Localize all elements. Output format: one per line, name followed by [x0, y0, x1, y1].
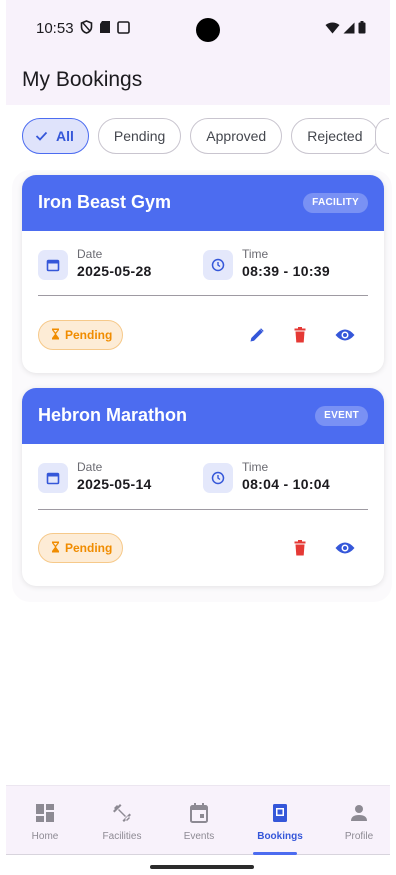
nav-label: Bookings: [257, 831, 303, 842]
nav-item-home[interactable]: Home: [7, 786, 83, 856]
clock-icon: [203, 250, 233, 280]
nav-label: Home: [31, 831, 59, 842]
filter-chip-approved[interactable]: Approved: [190, 118, 283, 154]
wifi-icon: [325, 21, 340, 39]
calendar-event-icon: [187, 801, 211, 825]
hourglass-icon: [51, 541, 60, 556]
date-label: Date: [77, 247, 103, 261]
screenshot-icon: [117, 20, 130, 39]
booking-card[interactable]: Hebron Marathon EVENT Date 2025-05-14 Ti…: [22, 388, 384, 586]
view-icon[interactable]: [333, 323, 357, 347]
bookings-icon: [268, 801, 292, 825]
fitness-icon: [110, 801, 134, 825]
gesture-bar[interactable]: [150, 865, 254, 869]
filter-chip-label: All: [56, 128, 74, 144]
edit-icon[interactable]: [245, 323, 269, 347]
booking-title: Iron Beast Gym: [38, 192, 172, 212]
status-badge: Pending: [38, 533, 124, 563]
filter-chips: All Pending Approved Rejected: [22, 118, 379, 154]
nav-item-events[interactable]: Events: [161, 786, 237, 856]
booking-card-header: Hebron Marathon EVENT: [22, 388, 384, 444]
nav-label: Events: [183, 831, 215, 842]
booking-title: Hebron Marathon: [38, 405, 188, 425]
date-label: Date: [77, 460, 103, 474]
nav-label: Profile: [344, 831, 374, 842]
filter-chip-pending[interactable]: Pending: [97, 118, 182, 154]
booking-date: Date 2025-05-28: [38, 247, 152, 280]
booking-type-badge: EVENT: [315, 406, 368, 426]
date-value: 2025-05-14: [77, 476, 152, 492]
status-label: Pending: [65, 328, 113, 342]
time-label: Time: [242, 247, 269, 261]
date-value: 2025-05-28: [77, 263, 152, 279]
clock-icon: [203, 463, 233, 493]
booking-time: Time 08:04 - 10:04: [203, 460, 330, 493]
delete-icon[interactable]: [288, 323, 312, 347]
delete-icon[interactable]: [288, 536, 312, 560]
status-badge: Pending: [38, 320, 124, 350]
sd-card-icon: [99, 20, 111, 39]
camera-cutout: [196, 18, 220, 42]
time-label: Time: [242, 460, 269, 474]
calendar-icon: [38, 250, 68, 280]
time-value: 08:39 - 10:39: [242, 263, 330, 279]
calendar-icon: [38, 463, 68, 493]
filter-chip-label: Approved: [206, 128, 267, 144]
booking-card-header: Iron Beast Gym FACILITY: [22, 175, 384, 231]
nav-item-profile[interactable]: Profile: [321, 786, 396, 856]
filter-chip-label: Rejected: [307, 128, 363, 144]
person-icon: [347, 801, 371, 825]
dashboard-icon: [33, 801, 57, 825]
booking-time: Time 08:39 - 10:39: [203, 247, 330, 280]
shield-icon: [80, 20, 93, 39]
filter-chip-rejected[interactable]: Rejected: [291, 118, 379, 154]
battery-icon: [358, 21, 366, 39]
divider: [38, 295, 368, 296]
status-time: 10:53: [36, 20, 74, 37]
status-bar: 10:53: [6, 0, 390, 60]
nav-item-facilities[interactable]: Facilities: [84, 786, 160, 856]
booking-card[interactable]: Iron Beast Gym FACILITY Date 2025-05-28 …: [22, 175, 384, 373]
filter-chip-overflow[interactable]: [375, 118, 389, 154]
check-icon: [35, 128, 48, 144]
page-title: My Bookings: [22, 68, 143, 91]
nav-label: Facilities: [102, 831, 142, 842]
active-nav-indicator: [253, 852, 297, 855]
time-value: 08:04 - 10:04: [242, 476, 330, 492]
signal-icon: [343, 21, 355, 39]
filter-chip-label: Pending: [113, 128, 166, 144]
status-label: Pending: [65, 541, 113, 555]
nav-divider: [6, 854, 390, 855]
nav-item-bookings[interactable]: Bookings: [242, 786, 318, 856]
bottom-navigation: Home Facilities Events Bookings Profile: [6, 785, 390, 855]
view-icon[interactable]: [333, 536, 357, 560]
booking-type-badge: FACILITY: [303, 193, 368, 213]
booking-date: Date 2025-05-14: [38, 460, 152, 493]
hourglass-icon: [51, 328, 60, 343]
app-bar: My Bookings: [6, 60, 390, 105]
filter-chip-all[interactable]: All: [22, 118, 89, 154]
divider: [38, 509, 368, 510]
